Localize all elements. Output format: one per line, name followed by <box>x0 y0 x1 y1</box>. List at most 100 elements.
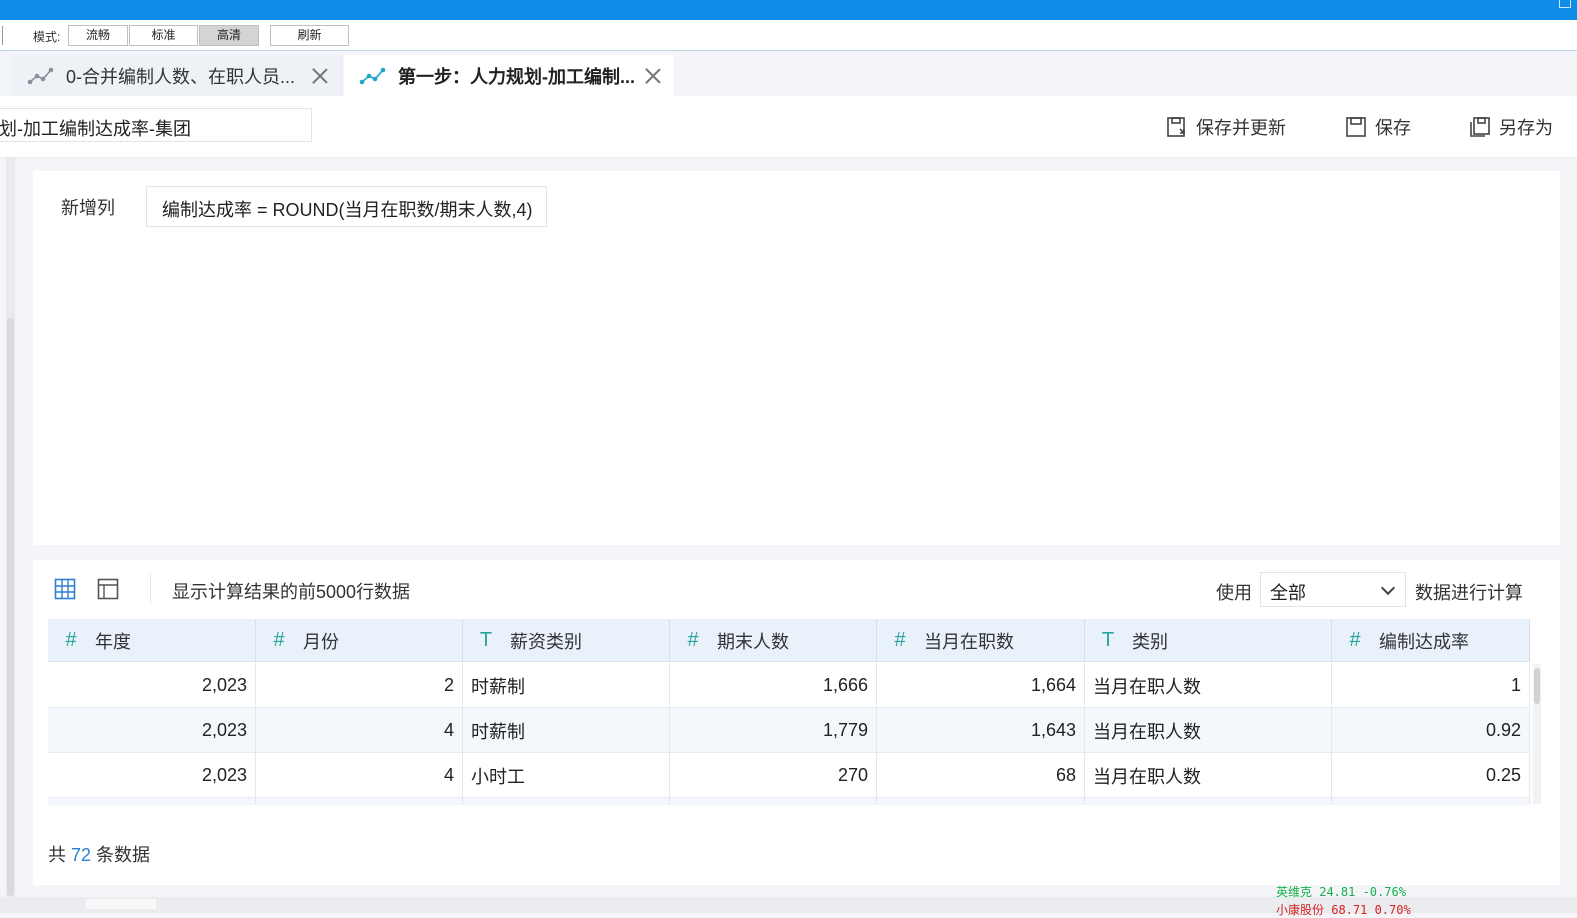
text-type-icon: T <box>479 629 493 651</box>
save-and-update-button[interactable]: 保存并更新 <box>1166 114 1286 140</box>
close-icon[interactable] <box>642 65 664 87</box>
cell-year: 2,023 <box>48 663 256 708</box>
column-header-current-employed[interactable]: # 当月在职数 <box>877 619 1085 662</box>
cell-year: 2,023 <box>48 708 256 753</box>
cell-current-employed: 68 <box>877 753 1085 798</box>
table-view-icon[interactable] <box>54 578 76 600</box>
ticker-line: 小康股份 68.71 0.70% <box>1276 903 1411 917</box>
table-row[interactable]: 2,023 4 时薪制 1,779 1,643 当月在职人数 0.92 <box>48 708 1530 753</box>
number-type-icon: # <box>687 629 699 651</box>
use-label: 使用 <box>1216 583 1252 603</box>
column-name: 类别 <box>1132 631 1168 652</box>
mode-hd-button[interactable]: 高清 <box>199 25 259 46</box>
cell-month: 2 <box>256 663 463 708</box>
tab-step-one[interactable]: 第一步：人力规划-加工编制... <box>344 55 674 96</box>
save-button[interactable]: 保存 <box>1345 114 1411 140</box>
cell-category <box>1085 798 1332 805</box>
cell-year: 2,023 <box>48 753 256 798</box>
close-icon[interactable] <box>309 65 331 87</box>
cell-staffing-rate: 1 <box>1332 663 1530 708</box>
cell-end-headcount: 270 <box>670 753 877 798</box>
window-title-bar <box>0 0 1577 20</box>
save-as-label: 另存为 <box>1499 118 1553 138</box>
cell-current-employed: 1,643 <box>877 708 1085 753</box>
ticker-line: 英维克 24.81 -0.76% <box>1276 885 1406 899</box>
cell-salary-type: 时薪制 <box>463 663 670 708</box>
analysis-flow-icon <box>359 67 386 84</box>
save-and-update-label: 保存并更新 <box>1196 118 1286 138</box>
table-row[interactable]: 2,023 4 小时工 270 68 当月在职人数 0.25 <box>48 753 1530 798</box>
result-table: # 年度 # 月份 T 薪资类别 # 期末人数 # 当月在职数 T 类别 # 编… <box>48 619 1530 805</box>
cell-current-employed: 1,664 <box>877 663 1085 708</box>
cell-end-headcount: 1,666 <box>670 663 877 708</box>
cell-staffing-rate <box>1332 798 1530 805</box>
analysis-name-input[interactable] <box>0 108 312 142</box>
count-prefix: 共 <box>48 845 66 865</box>
number-type-icon: # <box>65 629 77 651</box>
calc-label: 数据进行计算 <box>1415 583 1523 603</box>
table-row-partial[interactable] <box>48 798 1530 805</box>
cell-salary-type: 小时工 <box>463 753 670 798</box>
add-column-label: 新增列 <box>61 198 115 218</box>
table-scrollbar[interactable] <box>1533 664 1541 804</box>
analysis-flow-icon <box>27 67 54 84</box>
column-name: 当月在职数 <box>924 631 1014 652</box>
formula-expression-field[interactable]: 编制达成率 = ROUND(当月在职数/期末人数,4) <box>146 186 547 227</box>
cell-year <box>48 798 256 805</box>
row-count-value: 72 <box>71 845 92 865</box>
data-preview-panel: 显示计算结果的前5000行数据 使用 全部 数据进行计算 # 年度 # 月份 T… <box>33 560 1560 885</box>
mode-bar-edge <box>0 26 3 45</box>
cell-month: 4 <box>256 708 463 753</box>
save-update-icon <box>1167 117 1185 137</box>
stock-ticker-overlay: 英维克 24.81 -0.76% 小康股份 68.71 0.70% <box>1276 883 1411 917</box>
render-mode-bar: 模式: 流畅 标准 高清 刷新 <box>0 20 1577 51</box>
data-scope-select[interactable]: 全部 <box>1260 572 1406 607</box>
cell-end-headcount <box>670 798 877 805</box>
scrollbar-thumb[interactable] <box>86 899 156 909</box>
table-row[interactable]: 2,023 2 时薪制 1,666 1,664 当月在职人数 1 <box>48 663 1530 708</box>
cell-category: 当月在职人数 <box>1085 753 1332 798</box>
column-header-month[interactable]: # 月份 <box>256 619 463 662</box>
data-scope-value: 全部 <box>1270 583 1306 603</box>
save-icon <box>1346 117 1366 137</box>
cell-staffing-rate: 0.25 <box>1332 753 1530 798</box>
cell-staffing-rate: 0.92 <box>1332 708 1530 753</box>
refresh-button[interactable]: 刷新 <box>270 25 349 46</box>
cell-end-headcount: 1,779 <box>670 708 877 753</box>
left-scrollbar[interactable] <box>6 158 15 898</box>
table-body: 2,023 2 时薪制 1,666 1,664 当月在职人数 1 2,023 4… <box>48 663 1530 805</box>
tab-merge-headcount[interactable]: 0-合并编制人数、在职人员... <box>12 55 342 96</box>
column-header-salary-type[interactable]: T 薪资类别 <box>463 619 670 662</box>
mode-label: 模式: <box>33 30 61 44</box>
cell-month <box>256 798 463 805</box>
text-type-icon: T <box>1101 629 1115 651</box>
layout-view-icon[interactable] <box>97 578 119 600</box>
cell-category: 当月在职人数 <box>1085 663 1332 708</box>
tab-label: 第一步：人力规划-加工编制... <box>398 66 635 87</box>
preview-description: 显示计算结果的前5000行数据 <box>172 582 411 602</box>
column-name: 年度 <box>95 631 131 652</box>
column-name: 编制达成率 <box>1379 631 1469 652</box>
scrollbar-thumb[interactable] <box>7 318 14 896</box>
cell-salary-type: 时薪制 <box>463 708 670 753</box>
number-type-icon: # <box>894 629 906 651</box>
save-as-button[interactable]: 另存为 <box>1469 114 1553 140</box>
restore-window-icon[interactable] <box>1559 0 1571 8</box>
save-as-icon <box>1470 117 1490 137</box>
column-header-end-headcount[interactable]: # 期末人数 <box>670 619 877 662</box>
cell-current-employed <box>877 798 1085 805</box>
column-header-category[interactable]: T 类别 <box>1085 619 1332 662</box>
column-header-staffing-rate[interactable]: # 编制达成率 <box>1332 619 1530 662</box>
tab-bar: 0-合并编制人数、在职人员... 第一步：人力规划-加工编制... <box>0 52 1577 96</box>
cell-month: 4 <box>256 753 463 798</box>
column-name: 期末人数 <box>717 631 789 652</box>
column-header-year[interactable]: # 年度 <box>48 619 256 662</box>
mode-smooth-button[interactable]: 流畅 <box>68 25 128 46</box>
number-type-icon: # <box>1349 629 1361 651</box>
scrollbar-thumb[interactable] <box>1534 668 1540 704</box>
mode-standard-button[interactable]: 标准 <box>129 25 198 46</box>
formula-panel: 新增列 编制达成率 = ROUND(当月在职数/期末人数,4) <box>33 171 1560 545</box>
number-type-icon: # <box>273 629 285 651</box>
row-count-footer: 共 72 条数据 <box>48 841 150 867</box>
analysis-header: 保存并更新 保存 另存为 <box>0 96 1577 158</box>
